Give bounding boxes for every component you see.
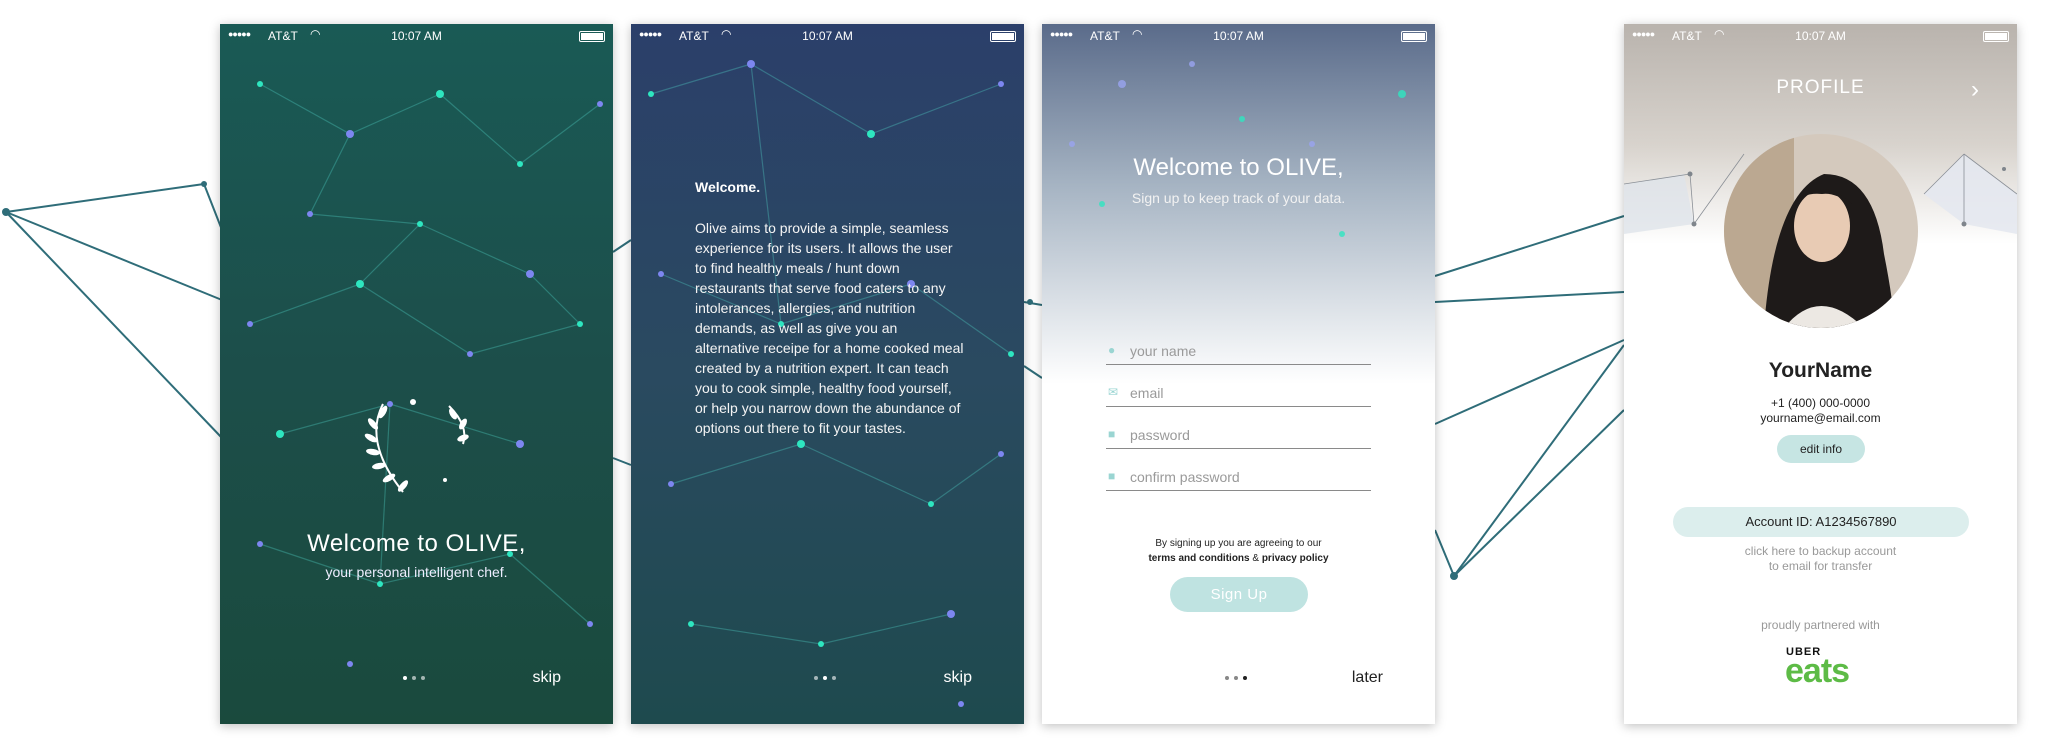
password-field[interactable]: ■ password [1106, 424, 1371, 449]
battery-icon [579, 31, 605, 42]
page-dot [1243, 676, 1247, 680]
terms-link[interactable]: terms and conditions [1148, 553, 1249, 564]
signup-screen: ●●●●● AT&T ◠ 10:07 AM Welcome to OLIVE, … [1042, 24, 1435, 724]
terms-and: & [1249, 553, 1262, 564]
chevron-right-icon[interactable]: › [1971, 76, 1979, 104]
clock: 10:07 AM [391, 29, 442, 43]
page-dot [1234, 676, 1238, 680]
page-dot [823, 676, 827, 680]
profile-screen: ●●●●● AT&T ◠ 10:07 AM PROFILE › YourName… [1624, 24, 2017, 724]
signup-subtitle: Sign up to keep track of your data. [1131, 190, 1346, 206]
lock-icon: ■ [1108, 469, 1116, 483]
terms-text: By signing up you are agreeing to our [1155, 538, 1322, 549]
person-icon: ● [1108, 343, 1116, 357]
page-dot [421, 676, 425, 680]
page-indicator [1225, 676, 1255, 684]
terms-links: terms and conditions & privacy policy [1042, 553, 1435, 564]
profile-email: yourname@email.com [1760, 411, 1881, 425]
status-bar: ●●●●● AT&T ◠ 10:07 AM [220, 24, 613, 48]
email-placeholder: email [1130, 385, 1164, 401]
privacy-link[interactable]: privacy policy [1262, 553, 1329, 564]
confirm-password-placeholder: confirm password [1130, 469, 1240, 485]
page-dot [403, 676, 407, 680]
page-dot [412, 676, 416, 680]
network-background [220, 24, 613, 724]
page-indicator [403, 676, 433, 684]
welcome-title: Welcome to OLIVE, [307, 530, 526, 557]
edit-info-button[interactable]: edit info [1777, 435, 1865, 463]
splash-screen: ●●●●● AT&T ◠ 10:07 AM Welcome to OLIVE, … [220, 24, 613, 724]
laurel-logo-icon [364, 399, 469, 493]
intro-screen: ●●●●● AT&T ◠ 10:07 AM Welcome. Olive aim… [631, 24, 1024, 724]
welcome-subtitle: your personal intelligent chef. [325, 564, 508, 580]
profile-title: PROFILE [1776, 77, 1865, 98]
page-dot [814, 676, 818, 680]
skip-button[interactable]: skip [944, 669, 972, 687]
name-field[interactable]: ● your name [1106, 340, 1371, 365]
page-dot [832, 676, 836, 680]
password-placeholder: password [1130, 427, 1190, 443]
page-indicator [814, 676, 844, 684]
profile-name: YourName [1768, 359, 1873, 382]
status-bar: ●●●●● AT&T ◠ 10:07 AM [1042, 24, 1435, 48]
signup-button[interactable]: Sign Up [1170, 577, 1308, 612]
clock: 10:07 AM [1213, 29, 1264, 43]
skip-button[interactable]: skip [533, 669, 561, 687]
profile-phone: +1 (400) 000-0000 [1770, 396, 1871, 410]
intro-body: Olive aims to provide a simple, seamless… [695, 220, 964, 436]
battery-icon [1983, 31, 2009, 42]
mail-icon: ✉ [1108, 385, 1119, 399]
intro-heading: Welcome. [695, 179, 761, 195]
battery-icon [1401, 31, 1427, 42]
name-placeholder: your name [1130, 343, 1197, 359]
account-id-badge: Account ID: A1234567890 [1673, 507, 1969, 537]
later-button[interactable]: later [1352, 669, 1383, 687]
page-dot [1225, 676, 1229, 680]
partner-text: proudly partnered with [1761, 618, 1880, 632]
email-field[interactable]: ✉ email [1106, 382, 1371, 407]
lock-icon: ■ [1108, 427, 1116, 441]
clock: 10:07 AM [1795, 29, 1846, 43]
status-bar: ●●●●● AT&T ◠ 10:07 AM [631, 24, 1024, 48]
avatar [1724, 134, 1918, 328]
battery-icon [990, 31, 1016, 42]
uber-eats-logo-bottom: eats [1785, 652, 1850, 690]
backup-link[interactable]: click here to backup account [1624, 544, 2017, 558]
signup-title: Welcome to OLIVE, [1133, 154, 1344, 181]
backup-link-line2[interactable]: to email for transfer [1624, 559, 2017, 573]
clock: 10:07 AM [802, 29, 853, 43]
status-bar: ●●●●● AT&T ◠ 10:07 AM [1624, 24, 2017, 48]
confirm-password-field[interactable]: ■ confirm password [1106, 466, 1371, 491]
